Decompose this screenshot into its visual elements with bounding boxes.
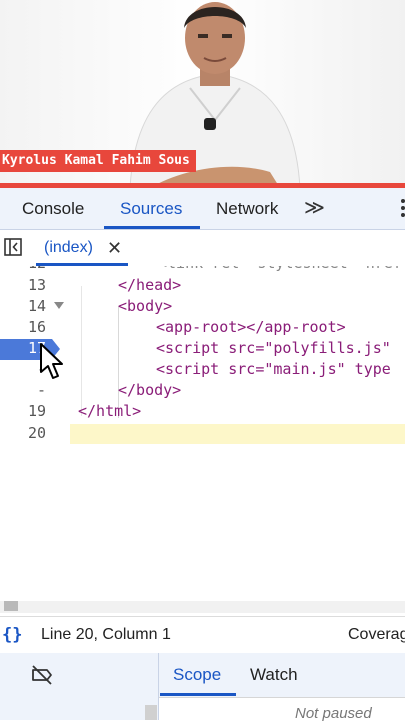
tab-console[interactable]: Console xyxy=(22,188,84,229)
kebab-menu-icon[interactable] xyxy=(396,198,405,218)
presenter-name-banner: Kyrolus Kamal Fahim Sous xyxy=(0,150,196,172)
line-number: 14 xyxy=(27,297,46,315)
code-line: </body> xyxy=(118,381,181,399)
cursor-position: Line 20, Column 1 xyxy=(41,626,171,643)
code-line: <app-root></app-root> xyxy=(156,318,346,336)
tab-network[interactable]: Network xyxy=(216,188,278,229)
code-line-text: <script src="polyfills.js" xyxy=(156,339,391,357)
horizontal-scrollbar[interactable] xyxy=(0,601,405,613)
tab-scope[interactable]: Scope xyxy=(173,653,221,697)
active-tab-indicator xyxy=(160,693,236,696)
line-number: 13 xyxy=(27,276,46,294)
line-number: 20 xyxy=(27,424,46,442)
video-frame: Kyrolus Kamal Fahim Sous xyxy=(0,0,405,188)
partially-hidden-line: <link rel="stylesheet" href xyxy=(158,266,402,272)
code-line-text: </body> xyxy=(118,381,182,399)
code-line-text: <app-root></app-root> xyxy=(156,318,346,336)
coverage-status[interactable]: Coverag xyxy=(348,617,405,653)
line-number: - xyxy=(36,381,46,399)
code-line: <script src="main.js" type xyxy=(156,360,391,378)
code-line: </head> xyxy=(118,276,181,294)
devtools-tab-bar: Console Sources Network ≫ xyxy=(0,188,405,230)
debugger-state-text: Not paused xyxy=(295,705,372,722)
line-number: 16 xyxy=(27,318,46,336)
fold-arrow-icon[interactable] xyxy=(54,302,64,309)
code-line: <body> xyxy=(118,297,172,315)
line-number: 12 xyxy=(0,266,46,272)
scope-pane: Not paused xyxy=(159,697,405,722)
tab-sources[interactable]: Sources xyxy=(120,188,182,229)
scrollbar-thumb[interactable] xyxy=(4,601,18,611)
debugger-toolbar xyxy=(0,653,159,720)
breakpoint-off-icon[interactable] xyxy=(30,663,54,687)
code-line-text: </html> xyxy=(78,402,142,420)
line-number: 19 xyxy=(27,402,46,420)
file-tab-index[interactable]: (index) xyxy=(44,230,93,266)
active-tab-indicator xyxy=(104,226,200,229)
current-line-highlight xyxy=(70,424,405,444)
code-line-text: <body> xyxy=(118,297,173,315)
pretty-print-icon[interactable]: {} xyxy=(2,617,22,653)
code-line-text: </head> xyxy=(118,276,182,294)
code-line: <script src="polyfills.js" xyxy=(156,339,391,357)
sidebar-toggle-icon[interactable] xyxy=(4,238,22,256)
scrollbar-thumb[interactable] xyxy=(145,705,157,720)
file-tab-bar: (index) ✕ xyxy=(0,230,405,267)
mouse-pointer-icon xyxy=(40,343,63,379)
code-editor[interactable]: <link rel="stylesheet" href 12 13 </head… xyxy=(0,266,405,601)
code-line-text: <script src="main.js" type xyxy=(156,360,391,378)
code-line: </html> xyxy=(78,402,141,420)
chevron-double-right-icon[interactable]: ≫ xyxy=(304,188,325,229)
tab-watch[interactable]: Watch xyxy=(250,653,298,697)
debugger-panel: Scope Watch Not paused xyxy=(0,653,405,722)
close-icon[interactable]: ✕ xyxy=(107,230,122,266)
editor-status-bar: {} Line 20, Column 1 Coverag xyxy=(0,616,405,654)
